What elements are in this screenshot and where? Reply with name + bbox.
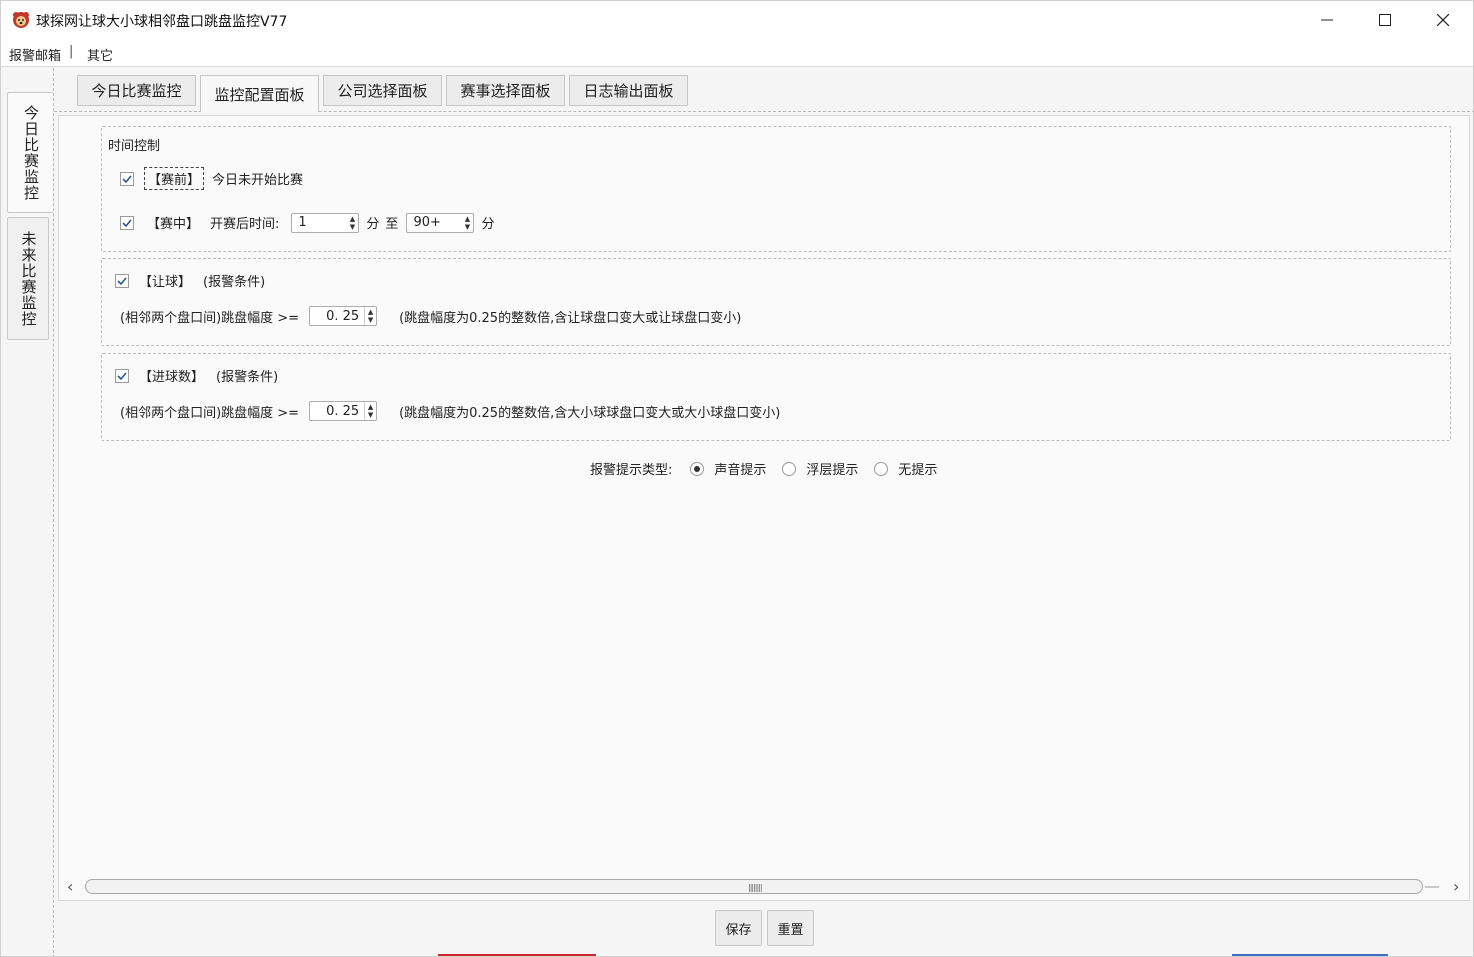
goals-jump-row: (相邻两个盘口间)跳盘幅度 >= 0. 25 ▲ ▼ (跳盘幅度为0.25的整数倍… <box>120 401 780 421</box>
side-tab-bar: 今日比赛监控 未来比赛监控 <box>1 68 54 956</box>
in-play-row: 【赛中】 开赛后时间: 1 ▲ ▼ 分 至 90+ ▲ ▼ 分 <box>120 212 494 233</box>
tab-label: 赛事选择面板 <box>460 82 551 100</box>
checkmark-icon <box>122 174 132 183</box>
handicap-jump-label: (相邻两个盘口间)跳盘幅度 >= <box>120 310 300 326</box>
radio-none-label[interactable]: 无提示 <box>898 459 937 478</box>
radio-sound-label[interactable]: 声音提示 <box>714 459 766 478</box>
spinner-value: 90+ <box>413 215 441 230</box>
handicap-jump-spinner[interactable]: 0. 25 ▲ ▼ <box>309 306 378 326</box>
radio-overlay-label[interactable]: 浮层提示 <box>806 459 858 478</box>
tab-label: 监控配置面板 <box>214 85 305 104</box>
spinner-arrows-icon[interactable]: ▲ ▼ <box>461 214 473 232</box>
goals-cond: (报警条件) <box>216 370 279 385</box>
title-bar: 球探网让球大小球相邻盘口跳盘监控V77 <box>1 1 1473 39</box>
maximize-icon <box>1379 14 1391 26</box>
checkmark-icon <box>117 276 127 285</box>
goals-label: 【进球数】 <box>139 370 205 385</box>
spinner-arrows-icon[interactable]: ▲ ▼ <box>346 214 358 232</box>
bear-logo-icon <box>13 12 29 28</box>
menu-separator: | <box>69 44 74 59</box>
handicap-hint: (跳盘幅度为0.25的整数倍,含让球盘口变大或让球盘口变小) <box>399 310 742 326</box>
spinner-arrows-icon[interactable]: ▲ ▼ <box>364 402 376 420</box>
tab-log-output[interactable]: 日志输出面板 <box>569 75 688 106</box>
in-play-from-spinner[interactable]: 1 ▲ ▼ <box>291 212 360 233</box>
in-play-checkbox[interactable] <box>120 215 134 230</box>
pre-match-label: 【赛前】 <box>144 167 205 190</box>
radio-overlay[interactable] <box>782 461 797 476</box>
close-button[interactable] <box>1414 1 1472 39</box>
maximize-button[interactable] <box>1356 1 1414 39</box>
handicap-cond: (报警条件) <box>203 275 266 290</box>
pre-match-row: 【赛前】 今日未开始比赛 <box>120 167 303 190</box>
app-window: 球探网让球大小球相邻盘口跳盘监控V77 报警邮箱 | 其它 今日比赛监控 未来比… <box>0 0 1474 957</box>
save-button[interactable]: 保存 <box>715 910 762 946</box>
tab-league-select[interactable]: 赛事选择面板 <box>446 75 565 106</box>
minimize-button[interactable] <box>1298 1 1356 39</box>
in-play-to-spinner[interactable]: 90+ ▲ ▼ <box>406 212 475 233</box>
scrollbar-rest <box>1425 886 1439 888</box>
tab-bar: 今日比赛监控 监控配置面板 公司选择面板 赛事选择面板 日志输出面板 <box>54 68 1473 112</box>
close-icon <box>1437 14 1449 26</box>
tab-label: 今日比赛监控 <box>91 82 182 100</box>
time-control-title: 时间控制 <box>108 139 161 154</box>
save-button-label: 保存 <box>725 922 752 938</box>
time-control-group: 时间控制 【赛前】 今日未开始比赛 【赛中】 开赛后时间: 1 ▲ ▼ 分 至 … <box>101 126 1451 252</box>
config-panel: 时间控制 【赛前】 今日未开始比赛 【赛中】 开赛后时间: 1 ▲ ▼ 分 至 … <box>58 115 1470 901</box>
handicap-group: 【让球】 (报警条件) (相邻两个盘口间)跳盘幅度 >= 0. 25 ▲ ▼ (跳… <box>101 258 1451 346</box>
spinner-arrows-icon[interactable]: ▲ ▼ <box>364 307 376 325</box>
menu-alert-email[interactable]: 报警邮箱 <box>9 45 61 64</box>
scroll-right-icon[interactable]: › <box>1453 877 1459 896</box>
tab-company-select[interactable]: 公司选择面板 <box>323 75 442 106</box>
alert-type-row: 报警提示类型: 声音提示 浮层提示 无提示 <box>590 459 937 478</box>
handicap-header-row: 【让球】 (报警条件) <box>115 271 265 290</box>
window-title: 球探网让球大小球相邻盘口跳盘监控V77 <box>36 14 288 30</box>
scroll-left-icon[interactable]: ‹ <box>67 877 73 896</box>
tab-today-monitor[interactable]: 今日比赛监控 <box>77 75 196 106</box>
to-text: 至 <box>385 217 399 232</box>
menu-other[interactable]: 其它 <box>87 45 113 64</box>
handicap-jump-row: (相邻两个盘口间)跳盘幅度 >= 0. 25 ▲ ▼ (跳盘幅度为0.25的整数倍… <box>120 306 741 326</box>
goals-checkbox[interactable] <box>115 368 129 383</box>
tab-label: 公司选择面板 <box>337 82 428 100</box>
reset-button-label: 重置 <box>777 922 804 938</box>
goals-header-row: 【进球数】 (报警条件) <box>115 366 278 385</box>
spinner-value: 1 <box>298 215 307 230</box>
spinner-value: 0. 25 <box>326 308 360 324</box>
radio-dot <box>694 465 701 472</box>
side-tab-future-label: 未来比赛监控 <box>19 230 38 327</box>
minimize-icon <box>1321 19 1333 21</box>
checkmark-icon <box>117 371 127 380</box>
grip-icon: |||||||| <box>748 883 763 892</box>
goals-hint: (跳盘幅度为0.25的整数倍,含大小球球盘口变大或大小球盘口变小) <box>399 405 781 421</box>
tab-monitor-config[interactable]: 监控配置面板 <box>200 75 319 112</box>
in-play-label: 【赛中】 <box>147 217 200 232</box>
radio-none[interactable] <box>874 461 889 476</box>
alert-type-label: 报警提示类型: <box>590 463 673 478</box>
bottom-strip-red <box>438 954 596 956</box>
bottom-strip-blue <box>1232 954 1388 956</box>
scrollbar-thumb[interactable]: |||||||| <box>85 879 1423 894</box>
tab-label: 日志输出面板 <box>583 82 674 100</box>
pre-match-desc: 今日未开始比赛 <box>212 173 304 188</box>
in-play-desc: 开赛后时间: <box>210 217 280 232</box>
side-tab-future[interactable]: 未来比赛监控 <box>7 217 49 340</box>
radio-sound[interactable] <box>690 461 705 476</box>
checkmark-icon <box>122 218 132 227</box>
handicap-label: 【让球】 <box>139 275 192 290</box>
goals-group: 【进球数】 (报警条件) (相邻两个盘口间)跳盘幅度 >= 0. 25 ▲ ▼ (… <box>101 353 1451 441</box>
handicap-checkbox[interactable] <box>115 273 129 288</box>
pre-match-checkbox[interactable] <box>120 171 134 186</box>
spinner-value: 0. 25 <box>326 403 360 419</box>
goals-jump-spinner[interactable]: 0. 25 ▲ ▼ <box>309 401 378 421</box>
to-unit: 分 <box>481 217 495 232</box>
from-unit: 分 <box>366 217 380 232</box>
reset-button[interactable]: 重置 <box>767 910 814 946</box>
side-tab-today-label: 今日比赛监控 <box>22 104 40 201</box>
goals-jump-label: (相邻两个盘口间)跳盘幅度 >= <box>120 405 300 421</box>
menu-bar: 报警邮箱 | 其它 <box>1 39 1473 67</box>
side-tab-today[interactable]: 今日比赛监控 <box>7 92 53 213</box>
horizontal-scrollbar[interactable]: ‹ |||||||| › <box>67 877 1463 896</box>
